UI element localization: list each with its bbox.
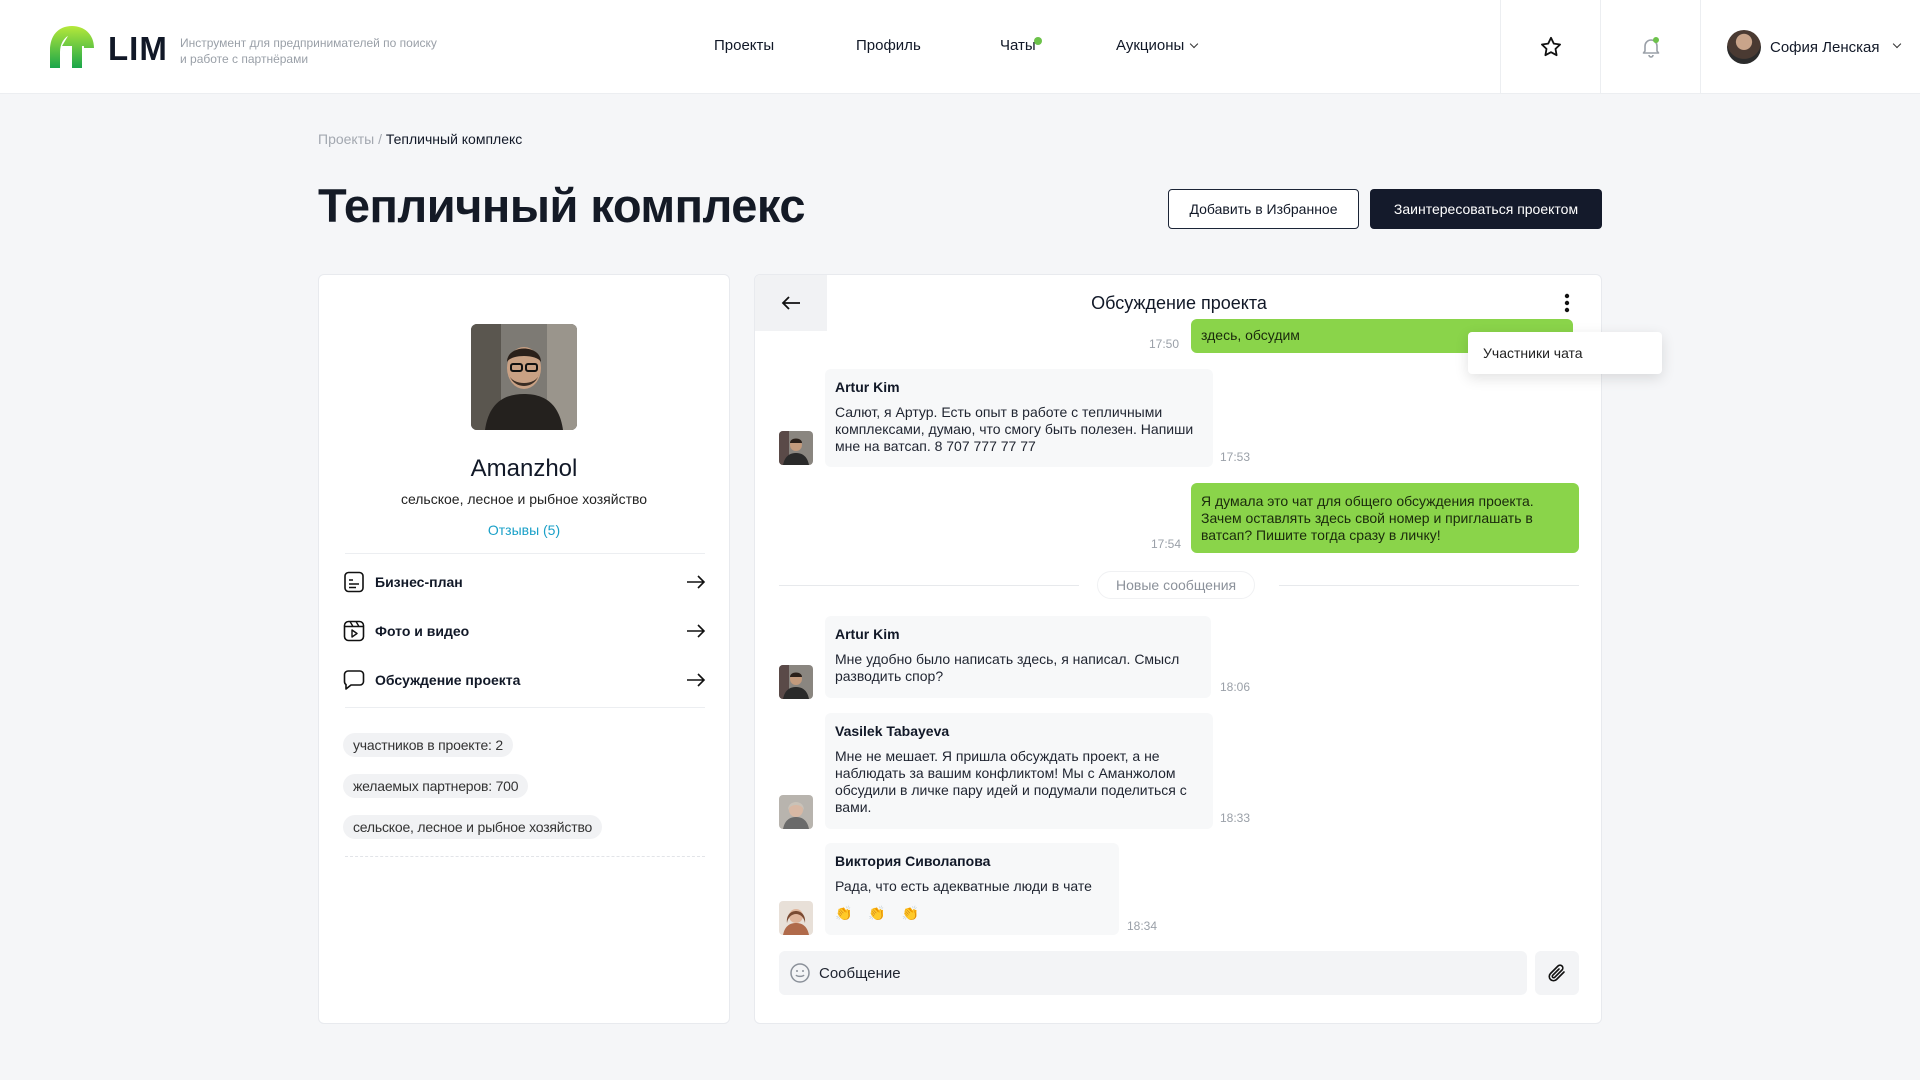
nav-auctions[interactable]: Аукционы [1116,37,1199,54]
profile-industry: сельское, лесное и рыбное хозяйство [400,491,648,507]
tagline: Инструмент для предпринимателей по поиск… [180,36,437,66]
breadcrumb-projects[interactable]: Проекты [318,131,374,147]
nav-profile[interactable]: Профиль [856,37,921,54]
breadcrumb: Проекты / Тепличный комплекс [318,131,522,147]
breadcrumb-separator: / [374,131,386,147]
tag-participants: участников в проекте: 2 [343,733,513,757]
logo-text: LIM [108,30,168,67]
menu-label: Бизнес-план [375,574,463,590]
chat-panel: Обсуждение проекта здесь, обсудим 17:50 … [754,274,1602,1024]
notifications-button[interactable] [1600,0,1700,94]
project-owner-card: Amanzhol сельское, лесное и рыбное хозяй… [318,274,730,1024]
chevron-down-icon [1190,39,1199,49]
divider [345,856,705,857]
media-icon [343,620,365,642]
message-time: 18:34 [1127,919,1158,933]
message-text: здесь, обсудим [1201,327,1300,343]
message-author: Виктория Сиволапова [835,853,991,869]
bell-icon [1642,37,1659,58]
divider [1279,585,1579,586]
message-time: 18:06 [1220,680,1251,694]
paperclip-icon [1548,964,1565,982]
message-text: Мне удобно было написать здесь, я написа… [835,651,1180,684]
profile-photo [471,324,577,430]
kebab-menu-icon [1564,293,1570,313]
message-incoming: Artur Kim Салют, я Артур. Есть опыт в ра… [825,369,1213,467]
message-author: Artur Kim [835,379,900,395]
divider [345,707,705,708]
message-time: 17:53 [1220,450,1251,464]
chat-participants-menu-item[interactable]: Участники чата [1468,332,1662,374]
message-text: Салют, я Артур. Есть опыт в работе с теп… [835,404,1194,454]
new-messages-divider: Новые сообщения [1097,571,1256,599]
message-text: Мне не мешает. Я пришла обсуждать проект… [835,748,1187,815]
message-incoming: Artur Kim Мне удобно было написать здесь… [825,616,1211,698]
message-input[interactable] [819,964,1479,982]
nav-auctions-label: Аукционы [1116,37,1185,54]
chat-bubble-icon [343,670,365,690]
profile-name: Amanzhol [470,455,578,482]
arrow-right-icon [687,624,706,638]
avatar [779,901,813,935]
nav-chats[interactable]: Чаты [1000,37,1036,54]
star-icon [1540,36,1561,57]
message-emojis: 👏 👏 👏 [835,905,926,921]
avatar [779,665,813,699]
attach-button[interactable] [1535,951,1579,995]
avatar [1727,30,1761,64]
message-time: 17:50 [1149,337,1180,351]
logo-icon[interactable] [48,24,96,70]
add-favorite-button[interactable]: Добавить в Избранное [1168,189,1359,229]
user-name: София Ленская [1770,38,1880,56]
message-text: Рада, что есть адекватные люди в чате [835,878,1092,894]
message-time: 18:33 [1220,811,1251,825]
menu-photo-video[interactable]: Фото и видео [343,616,707,646]
breadcrumb-current: Тепличный комплекс [385,131,523,147]
message-author: Vasilek Tabayeva [835,723,950,739]
message-incoming: Vasilek Tabayeva Мне не мешает. Я пришла… [825,713,1213,829]
menu-discussion[interactable]: Обсуждение проекта [343,665,707,695]
message-outgoing: Я думала это чат для общего обсуждения п… [1191,483,1579,553]
chevron-down-icon [1892,39,1901,49]
chat-title: Обсуждение проекта [1091,293,1267,313]
avatar [779,431,813,465]
unread-dot [1034,37,1042,45]
message-composer [779,951,1527,995]
arrow-right-icon [687,575,706,589]
avatar [779,795,813,829]
menu-label: Обсуждение проекта [375,672,521,688]
tag-industry: сельское, лесное и рыбное хозяйство [343,815,603,839]
back-button[interactable] [755,275,827,331]
arrow-right-icon [687,673,706,687]
interest-button[interactable]: Заинтересоваться проектом [1370,189,1602,229]
more-options-button[interactable] [1555,291,1579,315]
message-incoming: Виктория Сиволапова Рада, что есть адекв… [825,843,1119,935]
nav-chats-label: Чаты [1000,37,1036,54]
message-text: Я думала это чат для общего обсуждения п… [1201,493,1534,543]
nav-projects[interactable]: Проекты [714,37,774,54]
reviews-link[interactable]: Отзывы (5) [319,522,729,538]
menu-label: Фото и видео [375,623,470,639]
tag-partners: желаемых партнеров: 700 [343,774,529,798]
favorites-button[interactable] [1500,0,1600,94]
menu-business-plan[interactable]: Бизнес-план [343,567,707,597]
divider [779,585,1079,586]
message-author: Artur Kim [835,626,900,642]
emoji-icon[interactable] [789,962,811,984]
page-title: Тепличный комплекс [318,179,805,232]
arrow-left-icon [781,296,800,310]
document-icon [344,571,364,593]
divider [345,553,705,554]
user-menu[interactable]: София Ленская [1700,0,1920,94]
top-header: LIM Инструмент для предпринимателей по п… [0,0,1920,94]
message-time: 17:54 [1151,537,1182,551]
